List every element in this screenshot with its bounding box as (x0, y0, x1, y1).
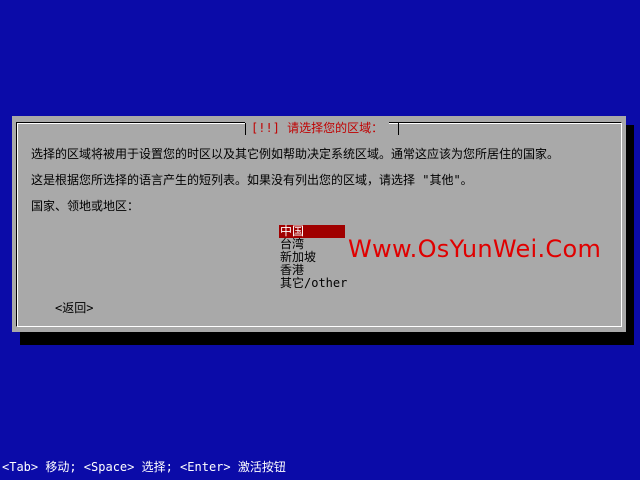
watermark-text: Www.OsYunWei.Com (348, 235, 602, 263)
dialog-prompt: 国家、领地或地区： (31, 199, 140, 213)
title-divider-right (398, 123, 399, 135)
installer-screen: [!!] 请选择您的区域： 选择的区域将被用于设置您的时区以及其它例如帮助决定系… (0, 0, 640, 480)
dialog-frame: [!!] 请选择您的区域： 选择的区域将被用于设置您的时区以及其它例如帮助决定系… (16, 121, 622, 327)
dialog-message-line1: 选择的区域将被用于设置您的时区以及其它例如帮助决定系统区域。通常这应该为您所居住… (31, 147, 560, 161)
country-selection-dialog: [!!] 请选择您的区域： 选择的区域将被用于设置您的时区以及其它例如帮助决定系… (12, 116, 626, 332)
title-divider-left (245, 123, 246, 135)
list-item-other[interactable]: 其它/other (279, 277, 347, 290)
back-button[interactable]: <返回> (55, 301, 93, 315)
key-help-status-bar: <Tab> 移动; <Space> 选择; <Enter> 激活按钮 (2, 460, 286, 474)
dialog-title: [!!] 请选择您的区域： (245, 121, 390, 135)
dialog-message-line2: 这是根据您所选择的语言产生的短列表。如果没有列出您的区域，请选择 "其他"。 (31, 173, 473, 187)
country-listbox[interactable]: 中国 台湾 新加坡 香港 其它/other (279, 225, 347, 290)
